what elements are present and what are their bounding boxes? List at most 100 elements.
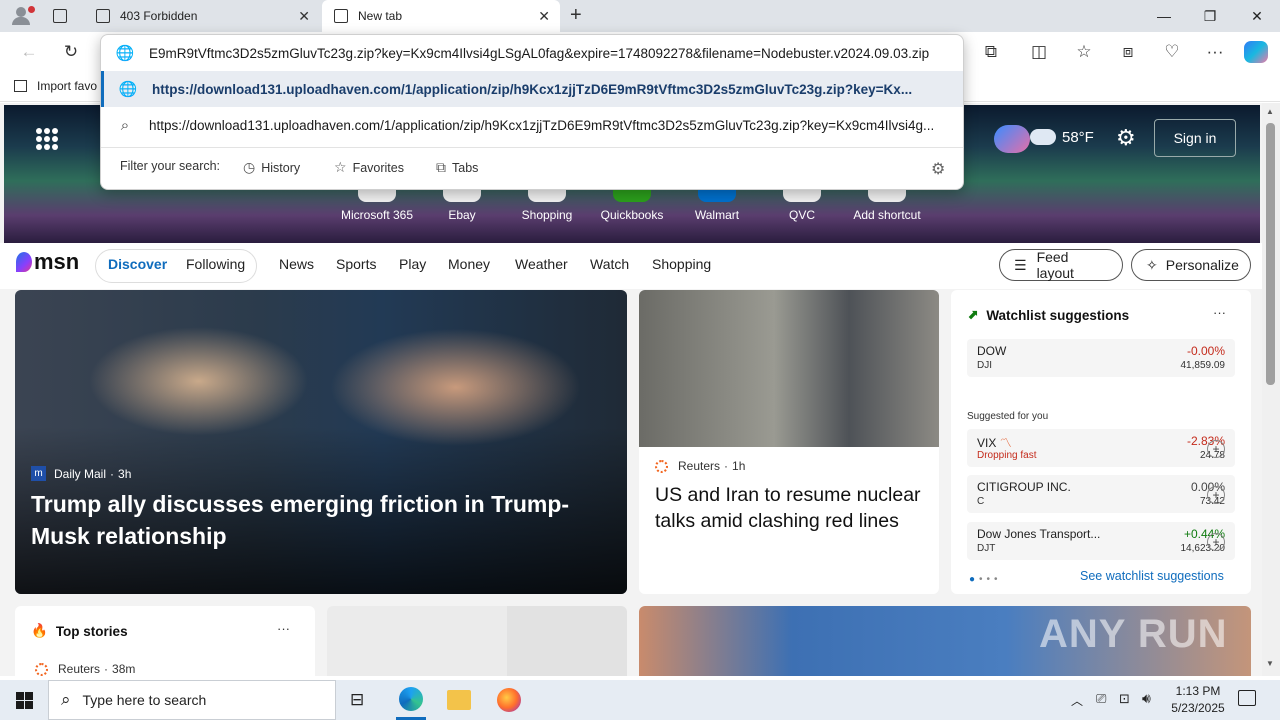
nav-watch[interactable]: Watch	[590, 256, 629, 272]
hero-headline[interactable]: Trump ally discusses emerging friction i…	[31, 488, 591, 552]
story-image-card[interactable]: ANY RUN	[639, 606, 1251, 676]
stock-change: -0.00%	[1186, 344, 1225, 358]
shortcut-label: Walmart	[694, 208, 740, 222]
more-options-icon[interactable]: ···	[1213, 305, 1226, 320]
scroll-down-arrow[interactable]: ▼	[1266, 659, 1274, 668]
suggestion-search[interactable]: ⌕ https://download131.uploadhaven.com/1/…	[101, 107, 963, 143]
import-favorites-item[interactable]: Import favo	[14, 79, 97, 93]
extensions-icon[interactable]: ⧉	[976, 38, 1006, 66]
anyrun-watermark: ANY RUN	[1039, 612, 1228, 656]
restore-icon[interactable]: ❐	[1187, 0, 1233, 32]
side-story-card[interactable]: Reuters · 1h US and Iran to resume nucle…	[639, 290, 939, 594]
tab-403-forbidden[interactable]: 403 Forbidden ✕	[84, 0, 320, 32]
edge-taskbar-icon[interactable]	[396, 680, 426, 720]
filter-history[interactable]: ◷ History	[243, 159, 300, 176]
shortcut-label: Shopping	[521, 208, 573, 222]
filter-tabs[interactable]: ⧉ Tabs	[436, 159, 478, 176]
profile-icon[interactable]	[10, 6, 35, 26]
add-stock-icon[interactable]: +	[1207, 533, 1225, 551]
scroll-thumb[interactable]	[1266, 123, 1275, 385]
watchlist-row-vix[interactable]: VIX 〽 Dropping fast -2.83% 24.78	[967, 429, 1235, 467]
tab-actions-icon[interactable]	[53, 9, 67, 23]
sign-in-button[interactable]: Sign in	[1154, 119, 1236, 157]
notifications-icon[interactable]	[1238, 690, 1256, 706]
refresh-icon[interactable]: ↻	[56, 38, 86, 66]
see-watchlist-link[interactable]: See watchlist suggestions	[1080, 569, 1224, 583]
file-explorer-icon[interactable]	[447, 690, 471, 710]
page-scrollbar[interactable]: ▲ ▼	[1262, 103, 1280, 676]
more-options-icon[interactable]: ···	[277, 621, 290, 636]
copilot-panel-icon[interactable]	[994, 125, 1030, 153]
side-headline[interactable]: US and Iran to resume nuclear talks amid…	[655, 482, 925, 534]
shortcut-label: Add shortcut	[853, 208, 921, 222]
close-tab-icon[interactable]: ✕	[538, 8, 550, 25]
nav-shopping[interactable]: Shopping	[652, 256, 711, 272]
tab-following[interactable]: Following	[186, 256, 245, 272]
settings-more-icon[interactable]: ···	[1200, 38, 1230, 66]
watchlist-header: ⬈ Watchlist suggestions	[967, 307, 1129, 323]
search-icon: ⌕	[120, 116, 130, 134]
shortcut-label: Quickbooks	[600, 208, 664, 222]
nav-sports[interactable]: Sports	[336, 256, 376, 272]
top-stories-header: 🔥 Top stories	[31, 623, 128, 639]
network-icon[interactable]: ⎚	[1096, 691, 1106, 707]
pager-dots[interactable]: ●•••	[969, 574, 1002, 585]
stock-name: DOW	[977, 344, 1007, 358]
nav-money[interactable]: Money	[448, 256, 490, 272]
taskbar-search-box[interactable]: ⌕ Type here to search	[48, 680, 336, 720]
start-icon[interactable]	[16, 692, 33, 709]
top-stories-card: 🔥 Top stories ··· Reuters · 38m	[15, 606, 315, 676]
reuters-icon	[35, 662, 48, 676]
browser-essentials-icon[interactable]: ♡	[1157, 38, 1187, 66]
filter-favorites[interactable]: ☆ Favorites	[334, 159, 404, 176]
back-icon[interactable]: ←	[14, 38, 44, 66]
watchlist-row-dow[interactable]: DOW DJI -0.00% 41,859.09	[967, 339, 1235, 377]
add-stock-icon[interactable]: +	[1207, 440, 1225, 458]
nav-weather[interactable]: Weather	[515, 256, 568, 272]
tab-discover[interactable]: Discover	[108, 256, 167, 272]
copilot-icon[interactable]	[1244, 41, 1268, 63]
close-tab-icon[interactable]: ✕	[298, 8, 310, 25]
watchlist-row-citigroup[interactable]: CITIGROUP INC. C 0.00% 73.42	[967, 475, 1235, 513]
nav-news[interactable]: News	[279, 256, 314, 272]
dropdown-settings-icon[interactable]: ⚙	[931, 159, 945, 179]
collections-icon[interactable]: ⧈	[1113, 38, 1143, 66]
story-image	[639, 290, 939, 447]
filter-history-label: History	[261, 160, 301, 175]
personalize-button[interactable]: ✧ Personalize	[1131, 249, 1251, 281]
suggestion-url[interactable]: 🌐 https://download131.uploadhaven.com/1/…	[101, 71, 963, 107]
volume-icon[interactable]: 🔊︎	[1142, 690, 1151, 707]
wifi-icon[interactable]: ⊡	[1119, 691, 1130, 707]
page-icon	[334, 9, 348, 23]
story-source[interactable]: Reuters · 38m	[35, 662, 135, 676]
scroll-up-arrow[interactable]: ▲	[1266, 107, 1274, 116]
apps-grid-icon[interactable]	[36, 128, 58, 150]
weather-temp[interactable]: 58°F	[1062, 129, 1094, 146]
placeholder-card	[327, 606, 627, 676]
shortcut-label: Ebay	[448, 208, 476, 222]
add-stock-icon[interactable]: +	[1207, 486, 1225, 504]
shortcut-label: QVC	[788, 208, 815, 222]
weather-icon	[1030, 129, 1056, 145]
address-input[interactable]	[149, 45, 947, 61]
favorites-icon[interactable]: ☆	[1069, 38, 1099, 66]
tab-new-tab[interactable]: New tab ✕	[322, 0, 560, 32]
firefox-icon[interactable]	[497, 688, 521, 712]
watchlist-row-djt[interactable]: Dow Jones Transport... DJT +0.44% 14,623…	[967, 522, 1235, 560]
new-tab-button[interactable]: +	[570, 4, 582, 27]
daily-mail-icon: m	[31, 466, 46, 481]
page-settings-icon[interactable]: ⚙	[1116, 125, 1136, 151]
split-screen-icon[interactable]: ◫	[1024, 38, 1054, 66]
tray-chevron-icon[interactable]: ︿	[1071, 692, 1083, 709]
address-input-row[interactable]: 🌐	[101, 35, 963, 71]
task-view-icon[interactable]: ⊟	[350, 690, 364, 710]
tabs-icon: ⧉	[436, 159, 446, 175]
minimize-icon[interactable]: —	[1141, 0, 1187, 32]
feed-layout-button[interactable]: ☰ Feed layout	[999, 249, 1123, 281]
close-window-icon[interactable]: ✕	[1234, 0, 1280, 32]
msn-logo-text: msn	[34, 249, 80, 274]
msn-logo[interactable]: msn	[16, 249, 79, 275]
clock[interactable]: 1:13 PM 5/23/2025	[1168, 683, 1228, 717]
nav-play[interactable]: Play	[399, 256, 426, 272]
hero-story-card[interactable]: m Daily Mail · 3h Trump ally discusses e…	[15, 290, 627, 594]
